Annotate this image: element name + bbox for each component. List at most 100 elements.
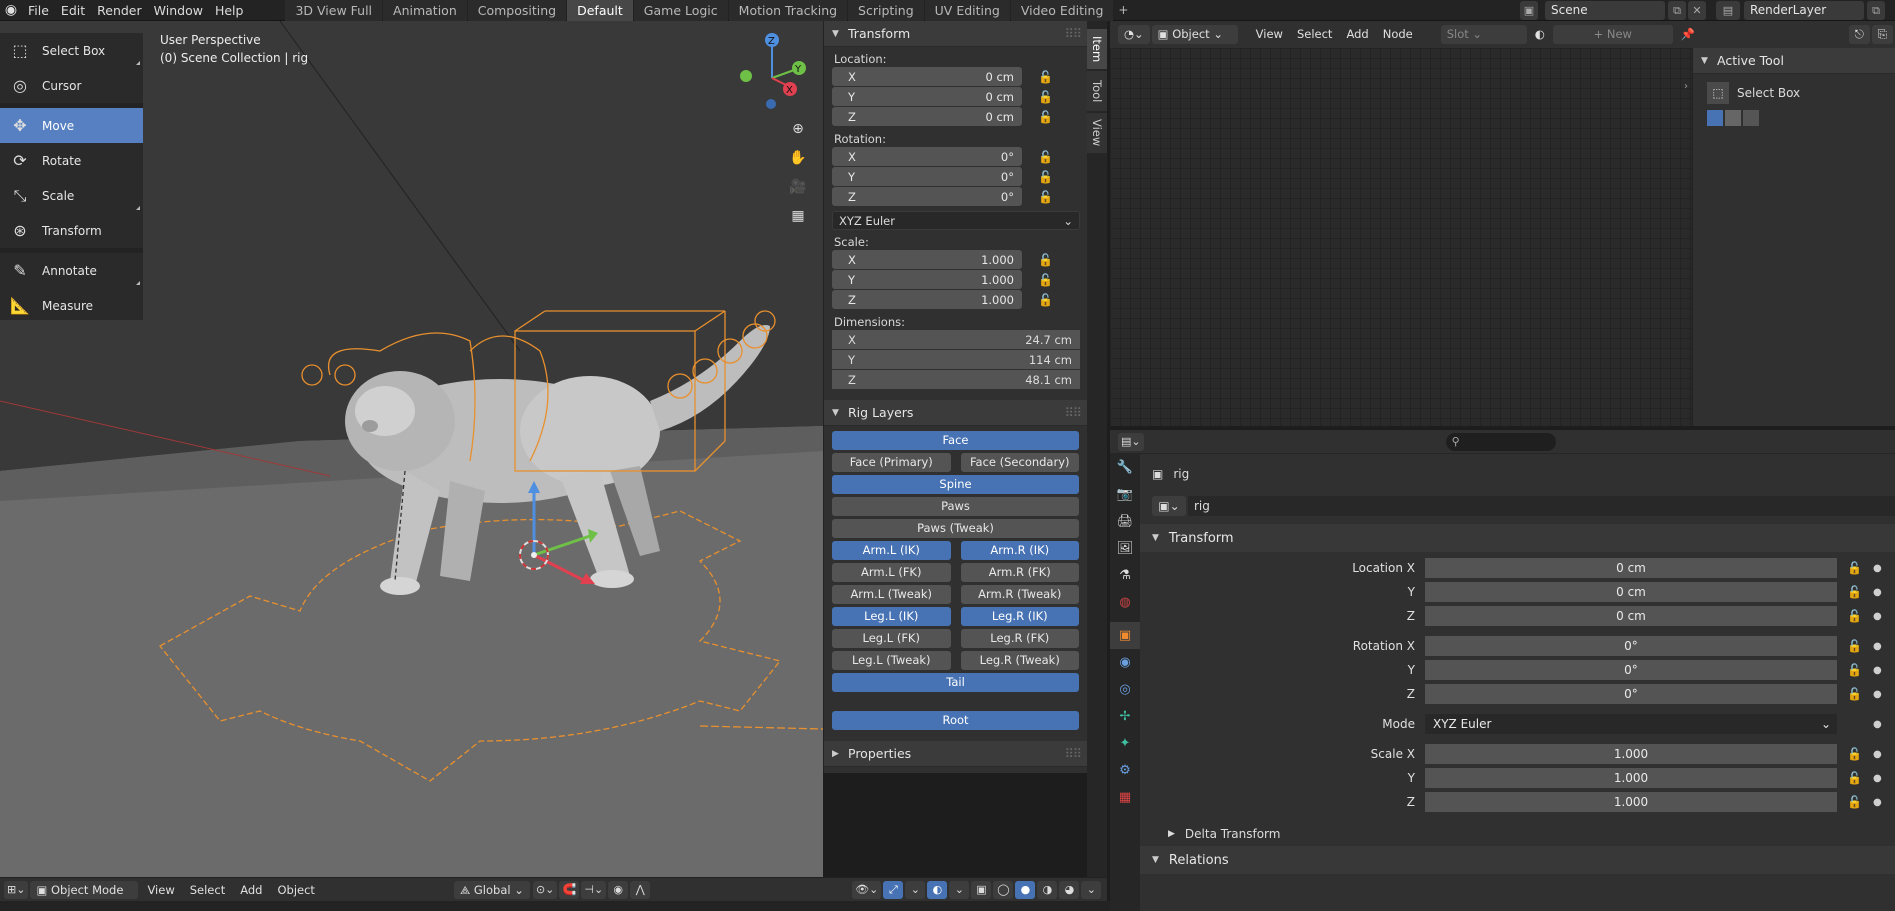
prop-location-x-field[interactable]: 0 cm bbox=[1425, 558, 1837, 578]
tab-item[interactable]: Item bbox=[1087, 29, 1107, 69]
prop-rotation-z-field[interactable]: 0° bbox=[1425, 684, 1837, 704]
dimension-z-field[interactable]: Z 48.1 cm bbox=[832, 370, 1080, 389]
view-layer-tab-icon[interactable]: 🖼 bbox=[1110, 535, 1140, 562]
shader-type-dropdown[interactable]: ▣ Object ⌄ bbox=[1151, 25, 1238, 44]
expand-sidebar-icon[interactable]: › bbox=[1684, 81, 1688, 92]
dimension-x-field[interactable]: X 24.7 cm bbox=[832, 330, 1080, 349]
drag-grip-icon[interactable]: ⠿⠿ bbox=[1065, 26, 1082, 41]
menu-edit[interactable]: Edit bbox=[55, 0, 91, 21]
layer-arm-l-fk-button[interactable]: Arm.L (FK) bbox=[832, 563, 951, 582]
tool-transform[interactable]: ⊛ Transform bbox=[0, 213, 143, 248]
material-browse-icon[interactable]: ◐ bbox=[1529, 25, 1551, 44]
layer-arm-r-ik-button[interactable]: Arm.R (IK) bbox=[960, 541, 1079, 560]
properties-search-input[interactable]: ⚲ bbox=[1445, 432, 1556, 451]
layer-leg-r-tweak-button[interactable]: Leg.R (Tweak) bbox=[960, 651, 1079, 670]
rotation-z-field[interactable]: Z 0° bbox=[832, 187, 1022, 206]
snap-node-icon[interactable]: ⎘ bbox=[1871, 25, 1893, 44]
tab-scripting[interactable]: Scripting bbox=[848, 0, 924, 21]
backdrop-icon[interactable]: ⎋ bbox=[1848, 25, 1870, 44]
tab-motion-tracking[interactable]: Motion Tracking bbox=[728, 0, 848, 21]
menu-render[interactable]: Render bbox=[91, 0, 148, 21]
delta-transform-section-header[interactable]: ▶ Delta Transform bbox=[1140, 822, 1895, 846]
layer-paws-tweak-button[interactable]: Paws (Tweak) bbox=[832, 519, 1079, 538]
rotation-y-field[interactable]: Y 0° bbox=[832, 167, 1022, 186]
shader-menu-add[interactable]: Add bbox=[1340, 25, 1374, 44]
tab-3d-view-full[interactable]: 3D View Full bbox=[285, 0, 383, 21]
tab-video-editing[interactable]: Video Editing bbox=[1010, 0, 1114, 21]
new-material-button[interactable]: + New bbox=[1552, 25, 1673, 44]
data-block-browse-icon[interactable]: ▣⌄ bbox=[1152, 496, 1186, 516]
layer-leg-r-ik-button[interactable]: Leg.R (IK) bbox=[960, 607, 1079, 626]
prop-scale-x-field[interactable]: 1.000 bbox=[1425, 744, 1837, 764]
shader-menu-view[interactable]: View bbox=[1250, 25, 1289, 44]
active-tool-row[interactable]: ⬚ Select Box bbox=[1693, 74, 1895, 104]
new-scene-icon[interactable]: ⧉ bbox=[1668, 1, 1686, 20]
pan-hand-icon[interactable]: ✋ bbox=[786, 146, 810, 170]
gizmo-dropdown-icon[interactable]: ⌄ bbox=[905, 880, 926, 899]
tab-tool[interactable]: Tool bbox=[1087, 71, 1107, 111]
armature-data-tab-icon[interactable]: ✦ bbox=[1110, 730, 1140, 757]
overlay-toggle-icon[interactable]: ◐ bbox=[927, 880, 948, 899]
layer-arm-l-ik-button[interactable]: Arm.L (IK) bbox=[832, 541, 951, 560]
prop-location-y-field[interactable]: 0 cm bbox=[1425, 582, 1837, 602]
output-tab-icon[interactable]: 🖨 bbox=[1110, 508, 1140, 535]
tool-annotate[interactable]: ✎ Annotate bbox=[0, 253, 143, 288]
modifiers-tab-icon[interactable]: ◉ bbox=[1110, 649, 1140, 676]
select-new-icon[interactable] bbox=[1707, 110, 1723, 126]
keyframe-dot-icon[interactable]: ● bbox=[1873, 689, 1882, 700]
camera-view-icon[interactable]: 🎥 bbox=[786, 175, 810, 199]
shader-menu-node[interactable]: Node bbox=[1377, 25, 1419, 44]
shader-menu-select[interactable]: Select bbox=[1291, 25, 1338, 44]
transform-panel-header[interactable]: ▼ Transform ⠿⠿ bbox=[824, 21, 1087, 47]
scale-y-field[interactable]: Y 1.000 bbox=[832, 270, 1022, 289]
tab-uv-editing[interactable]: UV Editing bbox=[924, 0, 1010, 21]
keyframe-dot-icon[interactable]: ● bbox=[1873, 719, 1882, 730]
properties-editor-type-icon[interactable]: ▤⌄ bbox=[1118, 432, 1144, 451]
overlay-dropdown-icon[interactable]: ⌄ bbox=[949, 880, 970, 899]
layer-face-secondary-button[interactable]: Face (Secondary) bbox=[960, 453, 1079, 472]
keyframe-dot-icon[interactable]: ● bbox=[1873, 773, 1882, 784]
tab-compositing[interactable]: Compositing bbox=[467, 0, 567, 21]
layer-arm-r-fk-button[interactable]: Arm.R (FK) bbox=[960, 563, 1079, 582]
lock-icon[interactable]: 🔓 bbox=[1038, 150, 1056, 164]
tool-scale[interactable]: ⤡ Scale bbox=[0, 178, 143, 213]
keyframe-dot-icon[interactable]: ● bbox=[1873, 641, 1882, 652]
prop-rotation-x-field[interactable]: 0° bbox=[1425, 636, 1837, 656]
layer-root-button[interactable]: Root bbox=[832, 711, 1079, 730]
properties-panel-header[interactable]: ▶ Properties ⠿⠿ bbox=[824, 741, 1087, 767]
object-tab-icon[interactable]: ▣ bbox=[1110, 622, 1140, 649]
tab-default[interactable]: Default bbox=[567, 0, 633, 21]
layer-face-primary-button[interactable]: Face (Primary) bbox=[832, 453, 951, 472]
render-layer-field[interactable]: RenderLayer bbox=[1744, 1, 1864, 20]
orientation-dropdown[interactable]: ⟁ Global ⌄ bbox=[453, 880, 530, 899]
transform-section-header[interactable]: ▼ Transform bbox=[1140, 524, 1895, 552]
lock-icon[interactable]: 🔓 bbox=[1038, 293, 1056, 307]
lock-icon[interactable]: 🔓 bbox=[1038, 170, 1056, 184]
snap-icon[interactable]: 🧲 bbox=[559, 880, 580, 899]
keyframe-dot-icon[interactable]: ● bbox=[1873, 665, 1882, 676]
world-tab-icon[interactable]: ◍ bbox=[1110, 589, 1140, 616]
menu-add[interactable]: Add bbox=[234, 881, 268, 899]
location-x-field[interactable]: X0 cm bbox=[832, 67, 1022, 86]
keyframe-dot-icon[interactable]: ● bbox=[1873, 611, 1882, 622]
material-shading-icon[interactable]: ◑ bbox=[1037, 880, 1058, 899]
blender-logo-icon[interactable]: ◉ bbox=[0, 0, 22, 21]
tab-animation[interactable]: Animation bbox=[383, 0, 467, 21]
editor-type-icon[interactable]: ⊞⌄ bbox=[4, 880, 29, 899]
lock-icon[interactable]: 🔓 bbox=[1847, 639, 1865, 653]
proportional-edit-icon[interactable]: ◉ bbox=[608, 880, 629, 899]
scene-tab-icon[interactable]: ⚗ bbox=[1110, 562, 1140, 589]
relations-section-header[interactable]: ▼ Relations bbox=[1140, 846, 1895, 874]
prop-scale-y-field[interactable]: 1.000 bbox=[1425, 768, 1837, 788]
tab-view[interactable]: View bbox=[1087, 113, 1107, 153]
slot-dropdown[interactable]: Slot ⌄ bbox=[1440, 25, 1527, 44]
prop-location-z-field[interactable]: 0 cm bbox=[1425, 606, 1837, 626]
menu-select[interactable]: Select bbox=[184, 881, 231, 899]
lock-icon[interactable]: 🔓 bbox=[1847, 609, 1865, 623]
lock-icon[interactable]: 🔓 bbox=[1847, 561, 1865, 575]
rig-layers-panel-header[interactable]: ▼ Rig Layers ⠿⠿ bbox=[824, 400, 1087, 426]
layer-leg-r-fk-button[interactable]: Leg.R (FK) bbox=[960, 629, 1079, 648]
lock-icon[interactable]: 🔓 bbox=[1038, 190, 1056, 204]
layer-spine-button[interactable]: Spine bbox=[832, 475, 1079, 494]
lock-icon[interactable]: 🔓 bbox=[1038, 110, 1056, 124]
